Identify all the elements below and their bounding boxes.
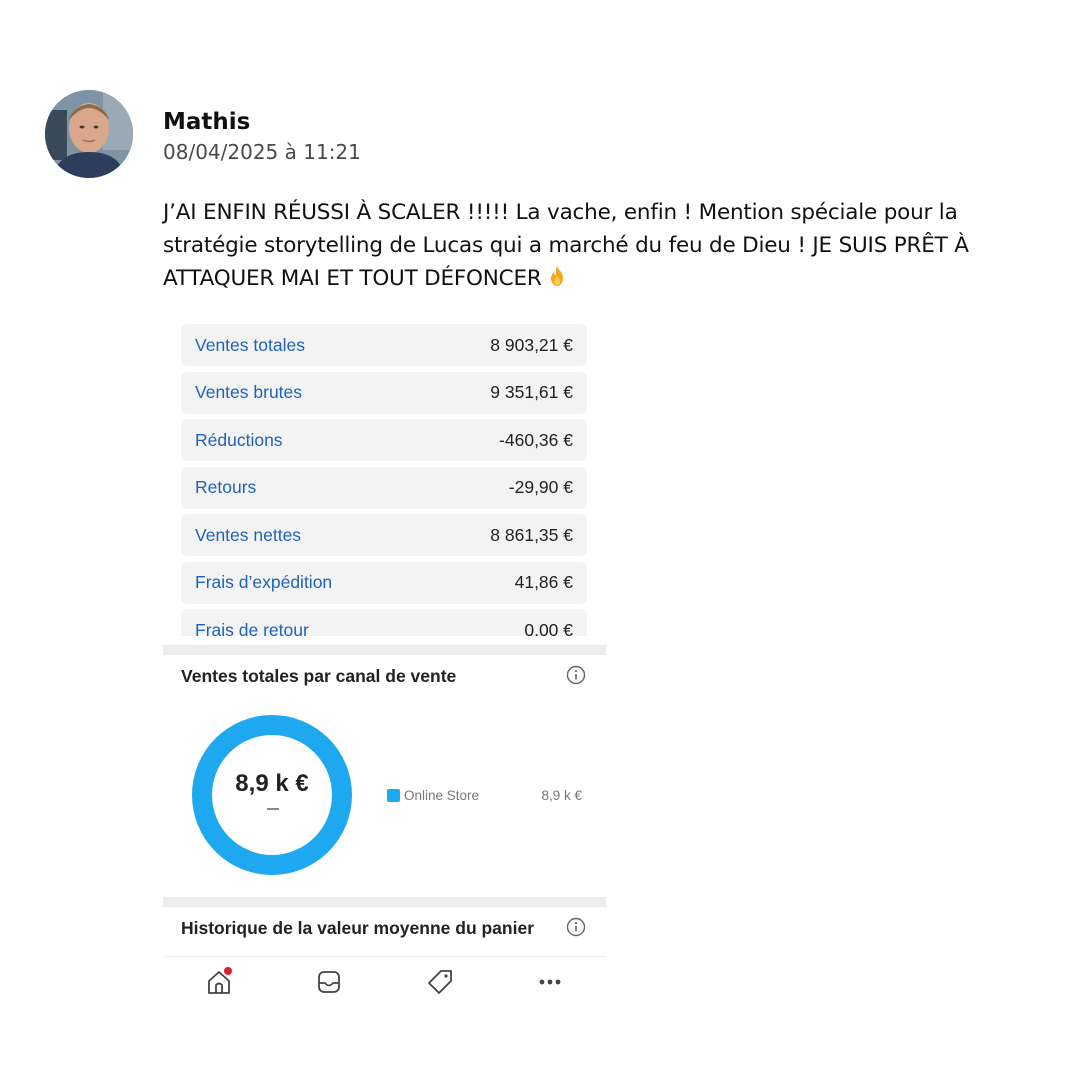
avatar[interactable] xyxy=(45,90,133,178)
metric-value: 8 903,21 € xyxy=(490,334,573,355)
metric-row-ventes-totales[interactable]: Ventes totales 8 903,21 € xyxy=(181,324,587,366)
tag-icon[interactable] xyxy=(425,967,455,997)
legend-label: Online Store xyxy=(404,788,480,803)
metric-label: Frais de retour xyxy=(195,619,309,637)
legend-swatch-online-store xyxy=(387,789,400,802)
post-body: J’AI ENFIN RÉUSSI À SCALER !!!!! La vach… xyxy=(163,196,1033,298)
bottom-tab-bar xyxy=(163,956,606,1008)
metric-label: Ventes nettes xyxy=(195,524,302,545)
metric-label: Ventes totales xyxy=(195,334,305,355)
notification-dot xyxy=(224,967,232,975)
section-divider xyxy=(163,897,606,907)
metric-row-frais-retour[interactable]: Frais de retour 0,00 € xyxy=(181,609,587,636)
post-author: Mathis 08/04/2025 à 11:21 xyxy=(163,108,361,164)
metric-row-ventes-nettes[interactable]: Ventes nettes 8 861,35 € xyxy=(181,514,587,556)
metric-label: Retours xyxy=(195,477,257,497)
post-date: 08/04/2025 à 11:21 xyxy=(163,140,361,164)
donut-dash xyxy=(267,808,279,810)
metric-row-frais-expedition[interactable]: Frais d’expédition 41,86 € xyxy=(181,561,587,604)
metric-value: -29,90 € xyxy=(508,477,573,497)
metric-value: 0,00 € xyxy=(524,619,573,637)
metric-label: Réductions xyxy=(195,429,283,450)
metric-value: 41,86 € xyxy=(514,572,573,592)
fire-icon xyxy=(545,264,569,298)
info-icon[interactable] xyxy=(566,917,586,937)
metric-label: Ventes brutes xyxy=(195,382,303,402)
channel-section-title: Ventes totales par canal de vente xyxy=(181,666,457,686)
home-icon[interactable] xyxy=(204,967,234,997)
metric-row-ventes-brutes[interactable]: Ventes brutes 9 351,61 € xyxy=(181,371,587,414)
metric-label: Frais d’expédition xyxy=(195,572,333,592)
inbox-icon[interactable] xyxy=(314,967,344,997)
metric-value: 8 861,35 € xyxy=(490,524,573,545)
metric-value: -460,36 € xyxy=(499,429,573,450)
metric-row-reductions[interactable]: Réductions -460,36 € xyxy=(181,419,587,461)
legend-value: 8,9 k € xyxy=(541,788,582,803)
section-divider xyxy=(163,645,606,655)
history-section-title: Historique de la valeur moyenne du panie… xyxy=(181,918,535,938)
author-name[interactable]: Mathis xyxy=(163,108,361,136)
metric-value: 9 351,61 € xyxy=(490,382,573,402)
analytics-screenshot: Ventes totales 8 903,21 € Ventes brutes … xyxy=(163,318,606,1008)
avatar-photo xyxy=(45,90,133,178)
metric-row-retours[interactable]: Retours -29,90 € xyxy=(181,466,587,509)
donut-total: 8,9 k € xyxy=(235,770,309,797)
more-icon[interactable] xyxy=(535,967,565,997)
info-icon[interactable] xyxy=(566,665,586,685)
metrics-list: Ventes totales 8 903,21 € Ventes brutes … xyxy=(181,324,587,636)
